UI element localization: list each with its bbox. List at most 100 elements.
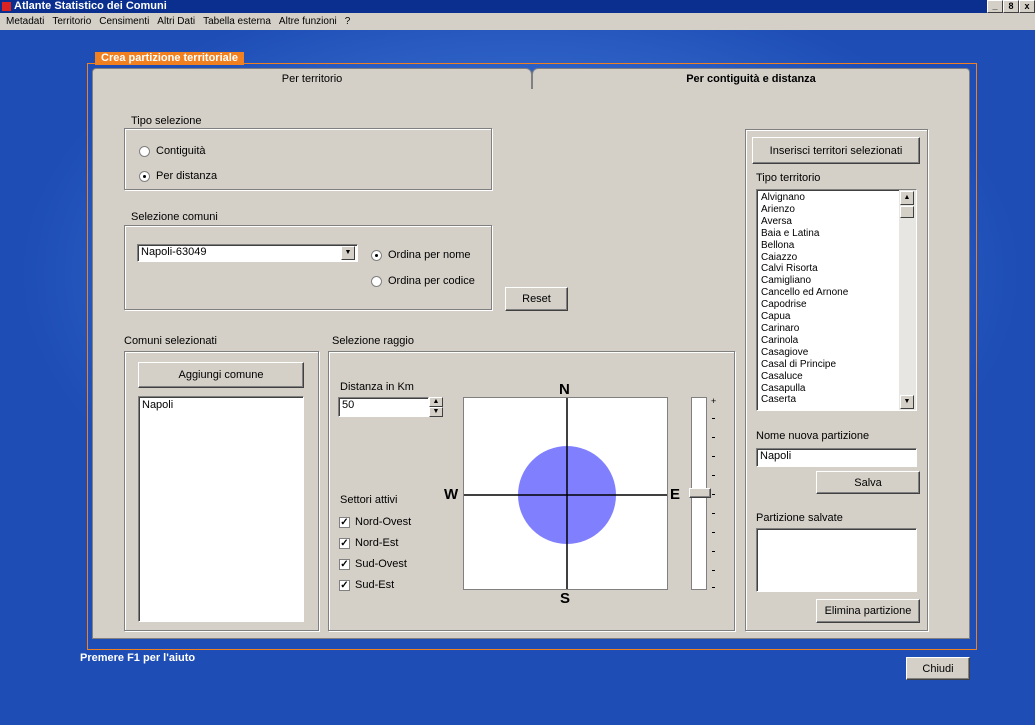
- sud-est-label: Sud-Est: [355, 579, 395, 591]
- check-icon: ✓: [339, 558, 350, 570]
- partizioni-salvate-label: Partizione salvate: [756, 512, 843, 524]
- radio-ordina-codice[interactable]: Ordina per codice: [371, 275, 475, 287]
- slider-tick: [712, 418, 715, 419]
- slider-tick: [712, 587, 715, 588]
- menu-help[interactable]: ?: [341, 16, 355, 27]
- spin-up-icon[interactable]: ▲: [429, 397, 443, 407]
- ordina-nome-label: Ordina per nome: [388, 249, 471, 261]
- slider-plus-mark: +: [711, 396, 717, 406]
- list-item[interactable]: Calvi Risorta: [758, 263, 898, 275]
- menu-territorio[interactable]: Territorio: [48, 16, 95, 27]
- list-item[interactable]: Capodrise: [758, 299, 898, 311]
- inserisci-territori-button[interactable]: Inserisci territori selezionati: [752, 137, 920, 164]
- checkbox-sud-est[interactable]: ✓ Sud-Est: [339, 579, 394, 591]
- radio-contiguita[interactable]: Contiguità: [139, 145, 206, 157]
- list-item[interactable]: Caiazzo: [758, 252, 898, 264]
- aggiungi-comune-button[interactable]: Aggiungi comune: [138, 362, 304, 388]
- list-item[interactable]: Caserta: [758, 394, 898, 406]
- chevron-down-icon[interactable]: ▼: [341, 246, 355, 260]
- scroll-down-icon[interactable]: ▼: [900, 395, 914, 409]
- nome-partizione-value: Napoli: [760, 450, 792, 462]
- menu-bar: Metadati Territorio Censimenti Altri Dat…: [0, 13, 1035, 30]
- nome-partizione-label: Nome nuova partizione: [756, 430, 870, 442]
- territori-list[interactable]: Alvignano Arienzo Aversa Baia e Latina Bello…: [756, 189, 917, 411]
- slider-tick: [712, 532, 715, 533]
- nord-ovest-label: Nord-Ovest: [355, 516, 412, 528]
- slider-tick: [712, 475, 715, 476]
- slider-tick: [712, 513, 715, 514]
- close-button[interactable]: x: [1019, 0, 1035, 13]
- partizioni-salvate-list[interactable]: [756, 528, 917, 592]
- list-item[interactable]: Casaluce: [758, 371, 898, 383]
- maximize-button[interactable]: 8: [1003, 0, 1019, 13]
- radio-checked-icon: [139, 170, 150, 182]
- radio-icon: [139, 145, 150, 157]
- selezione-comuni-group: [124, 225, 492, 310]
- checkbox-sud-ovest[interactable]: ✓ Sud-Ovest: [339, 558, 407, 570]
- window-title: Atlante Statistico dei Comuni: [14, 0, 167, 12]
- salva-button[interactable]: Salva: [816, 471, 920, 494]
- list-item[interactable]: Capua: [758, 311, 898, 323]
- reset-button[interactable]: Reset: [505, 287, 568, 311]
- list-item[interactable]: Casagiove: [758, 347, 898, 359]
- list-item[interactable]: Cancello ed Arnone: [758, 287, 898, 299]
- radio-per-distanza-label: Per distanza: [156, 170, 218, 182]
- list-item[interactable]: Casal di Principe: [758, 359, 898, 371]
- sud-ovest-label: Sud-Ovest: [355, 558, 407, 570]
- check-icon: ✓: [339, 537, 350, 549]
- tab-per-contiguita[interactable]: Per contiguità e distanza: [532, 68, 970, 90]
- menu-metadati[interactable]: Metadati: [2, 16, 48, 27]
- slider-tick: [712, 494, 715, 495]
- compass-svg: [464, 398, 667, 589]
- distanza-value: 50: [342, 399, 355, 411]
- app-icon: [2, 2, 11, 11]
- menu-censimenti[interactable]: Censimenti: [95, 16, 153, 27]
- list-item[interactable]: Arienzo: [758, 204, 898, 216]
- comune-combo[interactable]: Napoli-63049: [137, 244, 358, 262]
- slider-tick: [712, 437, 715, 438]
- distanza-input[interactable]: 50: [338, 397, 429, 417]
- comuni-selezionati-list[interactable]: Napoli: [138, 396, 304, 622]
- menu-altre-funzioni[interactable]: Altre funzioni: [275, 16, 341, 27]
- menu-tabella-esterna[interactable]: Tabella esterna: [199, 16, 275, 27]
- compass-north: N: [559, 381, 570, 398]
- list-item[interactable]: Carinaro: [758, 323, 898, 335]
- dialog-title: Crea partizione territoriale: [95, 52, 244, 65]
- compass-canvas[interactable]: [463, 397, 668, 590]
- radio-ordina-nome[interactable]: Ordina per nome: [371, 249, 471, 261]
- scroll-up-icon[interactable]: ▲: [900, 191, 914, 205]
- radius-slider-thumb[interactable]: [689, 488, 711, 498]
- territori-scrollbar[interactable]: ▲ ▼: [899, 190, 916, 410]
- chiudi-button[interactable]: Chiudi: [906, 657, 970, 680]
- nome-partizione-input[interactable]: Napoli: [756, 448, 917, 467]
- checkbox-nord-est[interactable]: ✓ Nord-Est: [339, 537, 398, 549]
- ordina-codice-label: Ordina per codice: [388, 275, 475, 287]
- scroll-thumb[interactable]: [900, 206, 914, 218]
- window-titlebar: Atlante Statistico dei Comuni _ 8 x: [0, 0, 1035, 13]
- list-item[interactable]: Carinola: [758, 335, 898, 347]
- menu-altri-dati[interactable]: Altri Dati: [153, 16, 199, 27]
- check-icon: ✓: [339, 516, 350, 528]
- list-item[interactable]: Camigliano: [758, 275, 898, 287]
- radio-checked-icon: [371, 249, 382, 261]
- list-item[interactable]: Bellona: [758, 240, 898, 252]
- tipo-territorio-label: Tipo territorio: [756, 172, 821, 184]
- radio-per-distanza[interactable]: Per distanza: [139, 170, 217, 182]
- compass-east: E: [670, 486, 681, 503]
- slider-tick: [712, 456, 715, 457]
- list-item[interactable]: Casapulla: [758, 383, 898, 395]
- check-icon: ✓: [339, 579, 350, 591]
- tipo-selezione-label: Tipo selezione: [131, 115, 202, 127]
- list-item[interactable]: Aversa: [758, 216, 898, 228]
- selezione-raggio-label: Selezione raggio: [332, 335, 414, 347]
- list-item[interactable]: Baia e Latina: [758, 228, 898, 240]
- minimize-button[interactable]: _: [987, 0, 1003, 13]
- tab-per-territorio[interactable]: Per territorio: [92, 68, 532, 89]
- help-hint: Premere F1 per l'aiuto: [80, 652, 196, 664]
- list-item[interactable]: Alvignano: [758, 192, 898, 204]
- elimina-partizione-button[interactable]: Elimina partizione: [816, 599, 920, 623]
- spin-down-icon[interactable]: ▼: [429, 407, 443, 417]
- list-item[interactable]: Napoli: [139, 397, 303, 412]
- checkbox-nord-ovest[interactable]: ✓ Nord-Ovest: [339, 516, 411, 528]
- compass-south: S: [560, 590, 571, 607]
